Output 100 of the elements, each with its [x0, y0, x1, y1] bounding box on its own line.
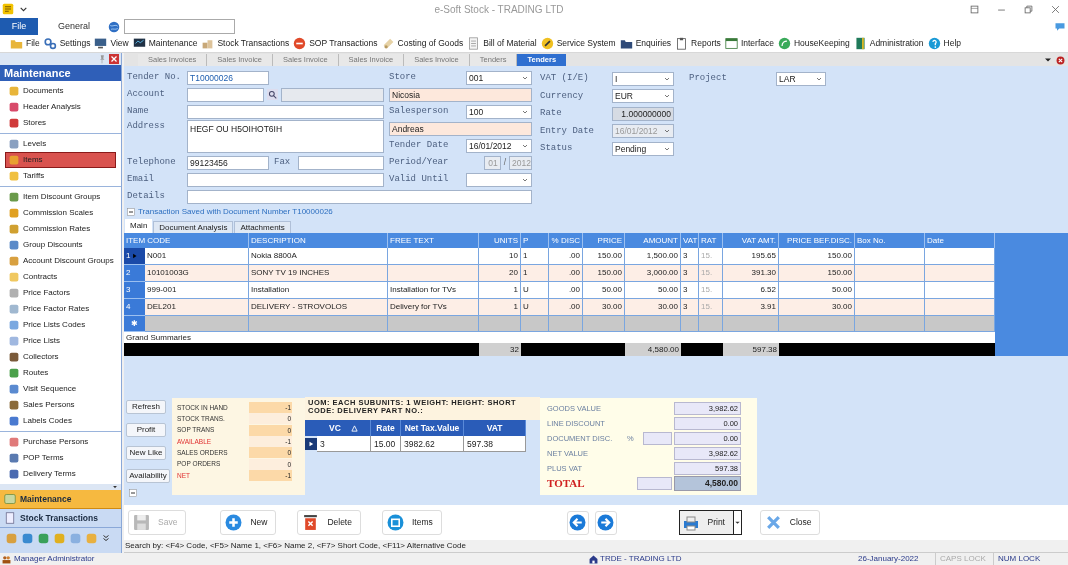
sidebar-item[interactable]: Price Lists: [6, 333, 115, 349]
shortcut-icon[interactable]: [22, 532, 33, 544]
side-button[interactable]: Refresh: [126, 400, 166, 414]
toolbar-button[interactable]: View: [94, 35, 129, 52]
toolbar-button[interactable]: Settings: [43, 35, 91, 52]
column-header[interactable]: Net Tax.Value: [401, 420, 464, 436]
toolbar-button[interactable]: Interface: [724, 35, 774, 52]
sidebar-item[interactable]: Visit Sequence: [6, 381, 115, 397]
shortcut-icon[interactable]: [70, 532, 81, 544]
globe-icon[interactable]: [108, 20, 121, 33]
collapse-icon[interactable]: [129, 489, 137, 497]
sidebar-item[interactable]: POP Terms: [6, 450, 115, 466]
sidebar-item[interactable]: Contracts: [6, 269, 115, 285]
column-header[interactable]: Date: [925, 233, 995, 248]
sidebar-item[interactable]: Price Lists Codes: [6, 317, 115, 333]
side-button[interactable]: New Like: [126, 446, 166, 460]
back-button[interactable]: [566, 510, 589, 535]
chat-bubble-icon[interactable]: [1054, 20, 1066, 33]
column-header[interactable]: FREE TEXT: [388, 233, 479, 248]
sidebar-item[interactable]: Price Factor Rates: [6, 301, 115, 317]
sidebar-item[interactable]: Commission Scales: [6, 205, 115, 221]
dropdown[interactable]: 100: [466, 104, 532, 119]
column-header[interactable]: Rate: [371, 420, 401, 436]
sidebar-item[interactable]: Group Discounts: [6, 237, 115, 253]
sidebar-item[interactable]: Stores: [6, 115, 115, 131]
search-icon[interactable]: [267, 89, 278, 100]
text-field[interactable]: 99123456: [187, 155, 269, 170]
sidebar-item[interactable]: Commission Rates: [6, 221, 115, 237]
column-header[interactable]: ITEM CODE: [124, 233, 249, 248]
sidebar-item[interactable]: Labels Codes: [6, 413, 115, 429]
sidebar-item[interactable]: Items: [5, 152, 116, 168]
row-header[interactable]: 1: [124, 248, 145, 265]
sidebar-item[interactable]: Delivery Terms: [6, 466, 115, 482]
text-field[interactable]: T10000026: [187, 70, 269, 85]
text-field[interactable]: [187, 189, 532, 204]
sidebar-section[interactable]: Maintenance: [0, 490, 121, 509]
dropdown[interactable]: I: [612, 71, 674, 86]
shortcut-icon[interactable]: [86, 532, 97, 544]
toolbar-button[interactable]: Enquiries: [619, 35, 672, 52]
window-icon[interactable]: [970, 4, 979, 14]
sidebar-item[interactable]: Header Analysis: [6, 99, 115, 115]
side-button[interactable]: Availability: [126, 469, 170, 483]
toolbar-button[interactable]: Administration: [853, 35, 924, 52]
sidebar-item[interactable]: Account Discount Groups: [6, 253, 115, 269]
more-icon[interactable]: [102, 533, 110, 543]
text-field[interactable]: HEGF OU H5OIHOT6IH: [187, 120, 384, 153]
column-header[interactable]: RAT: [699, 233, 723, 248]
sidebar-item[interactable]: Documents: [6, 83, 115, 99]
sidebar-section[interactable]: Stock Transactions: [0, 509, 121, 528]
file-button[interactable]: File: [0, 18, 38, 35]
sidebar-item[interactable]: Levels: [6, 136, 115, 152]
close-icon[interactable]: [1051, 4, 1060, 14]
row-header[interactable]: 2: [124, 265, 145, 282]
dropdown[interactable]: 001: [466, 70, 532, 85]
shortcut-icon[interactable]: [6, 532, 17, 544]
restore-icon[interactable]: [1024, 4, 1033, 14]
toolbar-button[interactable]: Service System: [540, 35, 616, 52]
toolbar-button[interactable]: Stock Transactions: [201, 35, 290, 52]
toolbar-button[interactable]: Maintenance: [132, 35, 198, 52]
sidebar-item[interactable]: Sales Persons: [6, 397, 115, 413]
action-button[interactable]: New: [220, 510, 277, 535]
sidebar-item[interactable]: Price Factors: [6, 285, 115, 301]
action-button[interactable]: Close: [759, 510, 821, 535]
text-field[interactable]: [187, 104, 384, 119]
column-header[interactable]: P: [521, 233, 549, 248]
toolbar-button[interactable]: Help: [927, 35, 962, 52]
text-field[interactable]: [298, 155, 384, 170]
toolbar-button[interactable]: Costing of Goods: [381, 35, 464, 52]
action-button[interactable]: Delete: [297, 510, 361, 535]
sub-tab[interactable]: Main: [125, 219, 153, 233]
close-icon[interactable]: [1056, 56, 1065, 65]
side-button[interactable]: Profit: [126, 423, 166, 437]
row-header[interactable]: 3: [124, 282, 145, 299]
column-header[interactable]: % DISC: [549, 233, 583, 248]
sidebar-item[interactable]: Tariffs: [6, 168, 115, 184]
forward-button[interactable]: [594, 510, 617, 535]
dropdown[interactable]: [466, 172, 532, 187]
column-header[interactable]: VAT: [464, 420, 526, 436]
collapse-icon[interactable]: [127, 207, 135, 216]
print-button[interactable]: Print: [678, 510, 742, 535]
shortcut-icon[interactable]: [38, 532, 49, 544]
pin-icon[interactable]: [97, 54, 107, 64]
toolbar-button[interactable]: HouseKeeping: [777, 35, 850, 52]
action-button[interactable]: Items: [381, 510, 442, 535]
dropdown[interactable]: 16/01/2012: [466, 138, 532, 153]
sidebar-item[interactable]: Purchase Persons: [6, 434, 115, 450]
column-header[interactable]: VC: [317, 420, 371, 436]
dropdown[interactable]: Pending: [612, 141, 674, 156]
text-field[interactable]: [187, 172, 384, 187]
text-field[interactable]: [637, 477, 672, 490]
sub-tab[interactable]: Document Analysis: [153, 221, 234, 233]
text-field[interactable]: [187, 87, 264, 102]
toolbar-button[interactable]: Bill of Material: [467, 35, 537, 52]
dropdown[interactable]: EUR: [612, 89, 674, 104]
column-header[interactable]: VAT: [681, 233, 699, 248]
shortcut-icon[interactable]: [54, 532, 65, 544]
search-field[interactable]: [124, 19, 236, 34]
dropdown[interactable]: LAR: [776, 71, 826, 86]
row-header[interactable]: 4: [124, 299, 145, 316]
toolbar-button[interactable]: File: [10, 35, 40, 52]
